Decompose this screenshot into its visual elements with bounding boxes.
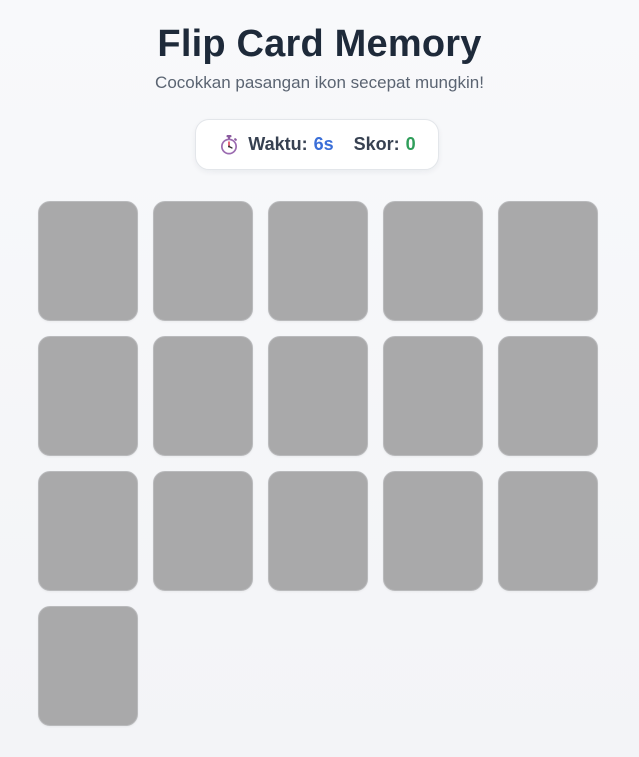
memory-card[interactable] [498, 471, 598, 591]
timer-stat: Waktu: 6s [218, 134, 334, 156]
score-label: Skor: [353, 134, 400, 154]
memory-card[interactable] [498, 201, 598, 321]
memory-card[interactable] [153, 336, 253, 456]
page-subtitle: Cocokkan pasangan ikon secepat mungkin! [155, 73, 484, 92]
memory-card[interactable] [268, 471, 368, 591]
memory-card[interactable] [38, 201, 138, 321]
memory-card[interactable] [268, 201, 368, 321]
stopwatch-icon [218, 134, 240, 156]
memory-card[interactable] [38, 471, 138, 591]
memory-card[interactable] [268, 336, 368, 456]
time-value: 6s [313, 134, 334, 154]
page-title: Flip Card Memory [157, 23, 482, 65]
memory-card[interactable] [153, 201, 253, 321]
memory-card[interactable] [383, 201, 483, 321]
memory-card[interactable] [383, 471, 483, 591]
memory-card[interactable] [153, 471, 253, 591]
score-value: 0 [405, 134, 416, 154]
score-stat: Skor: 0 [354, 134, 416, 155]
memory-card[interactable] [498, 336, 598, 456]
time-label: Waktu: [248, 134, 308, 154]
memory-card[interactable] [38, 336, 138, 456]
memory-card[interactable] [38, 606, 138, 726]
stats-panel: Waktu: 6s Skor: 0 [195, 119, 439, 170]
memory-card[interactable] [383, 336, 483, 456]
